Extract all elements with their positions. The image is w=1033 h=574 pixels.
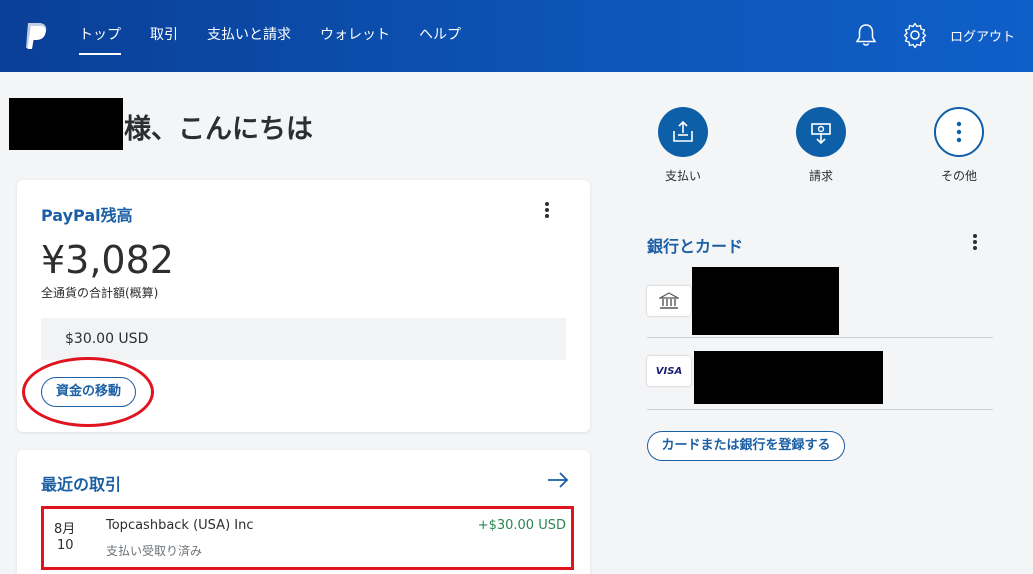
divider (647, 337, 993, 338)
logout-link[interactable]: ログアウト (950, 26, 1015, 45)
nav-item-wallet[interactable]: ウォレット (320, 25, 390, 55)
recent-activity-title[interactable]: 最近の取引 (41, 471, 121, 495)
main-nav: トップ 取引 支払いと請求 ウォレット ヘルプ (79, 25, 490, 55)
paypal-logo[interactable] (22, 21, 50, 51)
balance-amount: ¥3,082 (41, 238, 174, 282)
quick-action-request-label: 請求 (808, 169, 833, 183)
more-icon (934, 107, 984, 157)
send-money-icon (658, 107, 708, 157)
redacted-bank-details (692, 267, 839, 335)
quick-action-send[interactable]: 支払い (643, 107, 723, 184)
balance-title[interactable]: PayPal残高 (41, 202, 133, 226)
balance-note: 全通貨の合計額(概算) (41, 286, 159, 300)
greeting-text: 様、こんにちは (124, 114, 313, 145)
balance-more-icon[interactable] (544, 200, 550, 222)
link-card-or-bank-button[interactable]: カードまたは銀行を登録する (647, 431, 845, 461)
bell-icon[interactable] (853, 22, 879, 48)
bank-account-item[interactable] (647, 286, 691, 316)
redacted-name (9, 98, 123, 150)
divider (647, 409, 993, 410)
top-navigation-bar: トップ 取引 支払いと請求 ウォレット ヘルプ ログアウト (0, 0, 1033, 72)
annotation-rectangle (41, 506, 574, 570)
nav-item-pay-and-get-paid[interactable]: 支払いと請求 (207, 25, 291, 55)
redacted-card-details (694, 351, 883, 404)
quick-action-request[interactable]: 請求 (781, 107, 861, 184)
quick-action-send-label: 支払い (664, 169, 701, 183)
gear-icon[interactable] (901, 21, 929, 49)
nav-item-activity[interactable]: 取引 (150, 25, 178, 55)
quick-action-more-label: その他 (940, 169, 977, 183)
nav-item-help[interactable]: ヘルプ (419, 25, 461, 55)
currency-balance-row: $30.00 USD (41, 318, 566, 360)
bank-icon (659, 292, 679, 309)
visa-logo: VISA (655, 365, 683, 377)
quick-action-more[interactable]: その他 (919, 107, 999, 184)
request-money-icon (796, 107, 846, 157)
arrow-right-icon[interactable] (547, 471, 569, 489)
banks-more-icon[interactable] (972, 232, 978, 254)
banks-and-cards-title[interactable]: 銀行とカード (647, 233, 743, 257)
card-item[interactable]: VISA (647, 356, 691, 386)
nav-item-top[interactable]: トップ (79, 25, 121, 55)
annotation-ellipse (22, 357, 154, 427)
